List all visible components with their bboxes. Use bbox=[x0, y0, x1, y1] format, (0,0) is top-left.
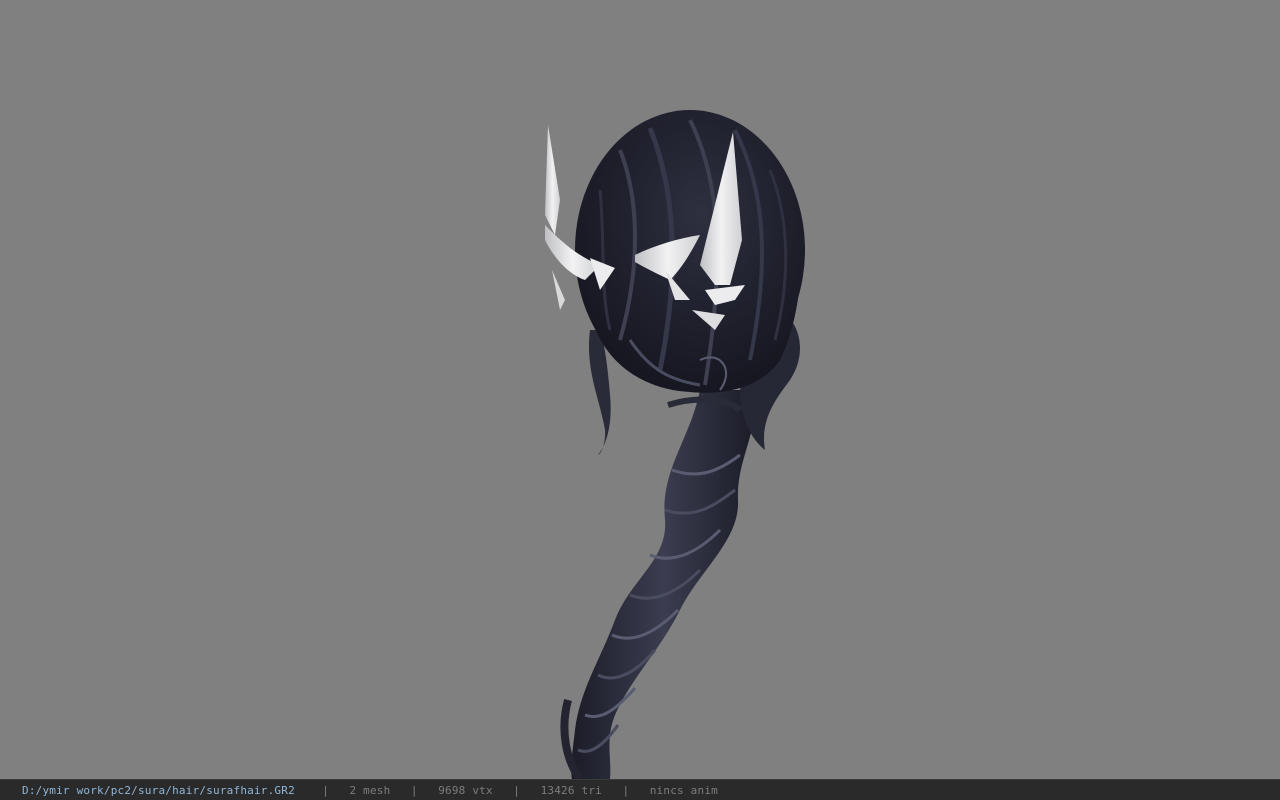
hair-model-render bbox=[545, 110, 805, 779]
triangle-count: 13426 tri bbox=[540, 783, 602, 797]
vertex-count: 9698 vtx bbox=[438, 783, 493, 797]
separator: | bbox=[622, 783, 630, 797]
animation-status: nincs anim bbox=[649, 783, 718, 797]
separator: | bbox=[322, 783, 330, 797]
3d-viewport[interactable] bbox=[0, 0, 1280, 779]
separator: | bbox=[410, 783, 418, 797]
file-path: D:/ymir work/pc2/sura/hair/surafhair.GR2 bbox=[22, 783, 295, 797]
mesh-count: 2 mesh bbox=[349, 783, 391, 797]
braid-mesh bbox=[560, 390, 756, 779]
status-bar: D:/ymir work/pc2/sura/hair/surafhair.GR2… bbox=[0, 779, 1280, 800]
separator: | bbox=[513, 783, 521, 797]
hair-head-mesh bbox=[575, 110, 805, 413]
